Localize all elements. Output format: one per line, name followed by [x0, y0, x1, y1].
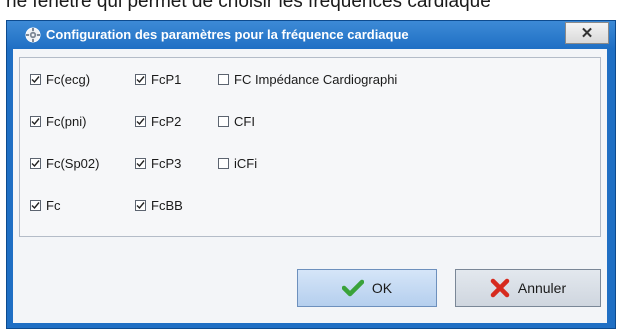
heart-rate-options-group: Fc(ecg) Fc(pni) Fc(Sp02) Fc FcP1 FcP2 Fc… [19, 57, 601, 237]
checkbox-label: FcBB [151, 198, 183, 213]
checkbox-label: FC Impédance Cardiographi [234, 72, 398, 87]
checkmark-icon [341, 279, 364, 297]
checkbox-fcp1[interactable]: FcP1 [135, 72, 181, 87]
checkbox-box[interactable] [135, 116, 146, 127]
dialog-titlebar[interactable]: Configuration des paramètres pour la fré… [7, 21, 615, 49]
checkbox-label: CFI [234, 114, 255, 129]
checkbox-cfi[interactable]: CFI [218, 114, 255, 129]
dialog-title: Configuration des paramètres pour la fré… [46, 27, 409, 42]
checkbox-label: Fc [46, 198, 61, 213]
cancel-button[interactable]: Annuler [455, 269, 601, 307]
background-document-caption: ne fenêtre qui permet de choisir les fré… [0, 0, 620, 22]
checkbox-box[interactable] [218, 74, 229, 85]
checkbox-box[interactable] [135, 74, 146, 85]
checkbox-box[interactable] [218, 158, 229, 169]
checkbox-label: Fc(ecg) [46, 72, 91, 87]
heart-rate-config-dialog: Configuration des paramètres pour la fré… [6, 20, 616, 329]
checkbox-fc[interactable]: Fc [30, 198, 60, 213]
checkbox-fc-ecg[interactable]: Fc(ecg) [30, 72, 90, 87]
checkbox-box[interactable] [30, 200, 41, 211]
settings-gear-icon [25, 27, 41, 43]
checkbox-box[interactable] [30, 74, 41, 85]
checkbox-label: FcP3 [151, 156, 182, 171]
close-button[interactable]: ✕ [565, 22, 609, 44]
checkbox-label: Fc(Sp02) [46, 156, 100, 171]
cancel-button-label: Annuler [517, 280, 567, 296]
ok-button[interactable]: OK [297, 269, 437, 307]
checkbox-fcp3[interactable]: FcP3 [135, 156, 181, 171]
checkbox-box[interactable] [30, 158, 41, 169]
checkbox-label: Fc(pni) [46, 114, 87, 129]
checkbox-fcbb[interactable]: FcBB [135, 198, 183, 213]
checkbox-fc-sp02[interactable]: Fc(Sp02) [30, 156, 99, 171]
dialog-content: Fc(ecg) Fc(pni) Fc(Sp02) Fc FcP1 FcP2 Fc… [13, 49, 607, 323]
checkbox-fc-pni[interactable]: Fc(pni) [30, 114, 86, 129]
cross-icon [490, 278, 510, 298]
ok-button-label: OK [371, 280, 393, 296]
checkbox-box[interactable] [135, 200, 146, 211]
caption-text: ne fenêtre qui permet de choisir les fré… [6, 0, 491, 12]
close-icon: ✕ [580, 25, 594, 42]
checkbox-label: FcP1 [151, 72, 182, 87]
checkbox-box[interactable] [30, 116, 41, 127]
checkbox-fc-impedance-cardiographie[interactable]: FC Impédance Cardiographi [218, 72, 397, 87]
checkbox-label: iCFi [234, 156, 258, 171]
checkbox-fcp2[interactable]: FcP2 [135, 114, 181, 129]
checkbox-box[interactable] [218, 116, 229, 127]
checkbox-icfi[interactable]: iCFi [218, 156, 257, 171]
checkbox-box[interactable] [135, 158, 146, 169]
checkbox-label: FcP2 [151, 114, 182, 129]
